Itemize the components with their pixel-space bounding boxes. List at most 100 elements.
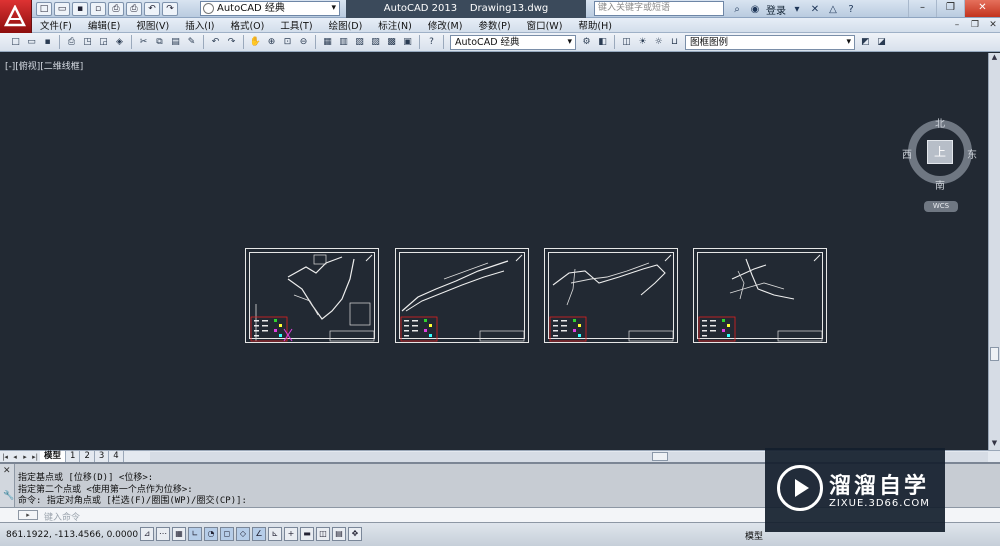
menu-insert[interactable]: 插入(I) xyxy=(185,18,214,32)
menu-draw[interactable]: 绘图(D) xyxy=(329,18,363,32)
undo-icon[interactable]: ↶ xyxy=(208,35,223,50)
user-icon[interactable]: ◉ xyxy=(748,3,762,17)
wcs-menu[interactable]: WCS xyxy=(924,201,958,212)
menu-dimension[interactable]: 标注(N) xyxy=(378,18,412,32)
make-current-layer-icon[interactable]: ◩ xyxy=(858,35,873,50)
minimize-icon[interactable]: – xyxy=(908,0,936,17)
layer-previous-icon[interactable]: ◪ xyxy=(874,35,889,50)
publish-icon[interactable]: ◲ xyxy=(96,35,111,50)
vertical-scrollbar[interactable]: ▲ ▼ xyxy=(988,53,1000,450)
command-prompt-icon[interactable]: ▸ xyxy=(18,510,38,520)
compass-west[interactable]: 西 xyxy=(902,146,912,161)
help-icon[interactable]: ? xyxy=(844,3,858,17)
tool-palettes-icon[interactable]: ▧ xyxy=(352,35,367,50)
scroll-up-icon[interactable]: ▲ xyxy=(989,53,1000,64)
menu-format[interactable]: 格式(O) xyxy=(230,18,264,32)
plot-icon[interactable]: ⎙ xyxy=(108,2,124,16)
workspace-toolbar-dropdown[interactable]: AutoCAD 经典 xyxy=(450,34,576,50)
menu-tools[interactable]: 工具(T) xyxy=(280,18,312,32)
undo-icon[interactable]: ↶ xyxy=(144,2,160,16)
object-snap-tracking-icon[interactable]: ∠ xyxy=(252,527,266,541)
zoom-previous-icon[interactable]: ⊖ xyxy=(296,35,311,50)
customize-wrench-icon[interactable]: 🔧 xyxy=(3,491,14,501)
grid-display-icon[interactable]: ▦ xyxy=(172,527,186,541)
ortho-mode-icon[interactable]: ∟ xyxy=(188,527,202,541)
menu-parametric[interactable]: 参数(P) xyxy=(478,18,510,32)
close-icon[interactable]: ✕ xyxy=(964,0,1000,17)
3d-object-snap-icon[interactable]: ◇ xyxy=(236,527,250,541)
match-properties-icon[interactable]: ✎ xyxy=(184,35,199,50)
menu-window[interactable]: 窗口(W) xyxy=(527,18,563,32)
binoculars-icon[interactable]: ⌕ xyxy=(730,3,744,17)
drawing-sheet-2[interactable] xyxy=(395,248,529,343)
open-icon[interactable]: ▭ xyxy=(24,35,39,50)
3d-dwf-icon[interactable]: ◈ xyxy=(112,35,127,50)
tab-model[interactable]: 模型 xyxy=(40,451,67,462)
menu-modify[interactable]: 修改(M) xyxy=(428,18,463,32)
save-as-icon[interactable]: ▫ xyxy=(90,2,106,16)
model-space-toggle[interactable]: 模型 xyxy=(745,529,763,542)
tab-layout-4[interactable]: 4 xyxy=(109,451,124,462)
application-menu-button[interactable] xyxy=(0,0,32,34)
tab-layout-1[interactable]: 1 xyxy=(66,451,81,462)
search-input[interactable]: 键入关键字或短语 xyxy=(594,1,724,16)
selection-cycling-icon[interactable]: ✥ xyxy=(348,527,362,541)
drawing-minimize-icon[interactable]: – xyxy=(950,19,964,31)
layer-properties-icon[interactable]: ◫ xyxy=(619,35,634,50)
menu-edit[interactable]: 编辑(E) xyxy=(88,18,120,32)
coordinate-readout[interactable]: 861.1922, -113.4566, 0.0000 xyxy=(6,530,138,540)
drawing-canvas[interactable]: [-][俯视][二维线框] 上 北 南 西 东 WCS xyxy=(0,53,988,450)
design-center-icon[interactable]: ▥ xyxy=(336,35,351,50)
zoom-window-icon[interactable]: ⊡ xyxy=(280,35,295,50)
drawing-sheet-4[interactable] xyxy=(693,248,827,343)
polar-tracking-icon[interactable]: ◔ xyxy=(204,527,218,541)
compass-east[interactable]: 东 xyxy=(967,146,977,161)
snap-mode-icon[interactable]: ⋯ xyxy=(156,527,170,541)
exchange-icon[interactable]: ✕ xyxy=(808,3,822,17)
infer-constraints-icon[interactable]: ⊿ xyxy=(140,527,154,541)
copy-icon[interactable]: ⧉ xyxy=(152,35,167,50)
menu-help[interactable]: 帮助(H) xyxy=(578,18,612,32)
drawing-sheet-3[interactable] xyxy=(544,248,678,343)
transparency-icon[interactable]: ◫ xyxy=(316,527,330,541)
tab-layout-3[interactable]: 3 xyxy=(95,451,110,462)
redo-icon[interactable]: ↷ xyxy=(224,35,239,50)
compass-south[interactable]: 南 xyxy=(935,177,945,192)
horizontal-scroll-thumb[interactable] xyxy=(652,452,668,461)
workspace-dropdown[interactable]: AutoCAD 经典 xyxy=(200,1,340,16)
cut-icon[interactable]: ✂ xyxy=(136,35,151,50)
viewcube[interactable]: 上 北 南 西 东 WCS xyxy=(900,113,980,218)
menu-view[interactable]: 视图(V) xyxy=(136,18,169,32)
plot-preview-icon[interactable]: ◳ xyxy=(80,35,95,50)
sun-icon[interactable]: ☼ xyxy=(651,35,666,50)
paste-icon[interactable]: ▤ xyxy=(168,35,183,50)
new-file-icon[interactable]: □ xyxy=(36,2,52,16)
workspace-settings-icon[interactable]: ⚙ xyxy=(579,35,594,50)
viewcube-top-face[interactable]: 上 xyxy=(927,140,953,164)
save-icon[interactable]: ▪ xyxy=(72,2,88,16)
last-tab-icon[interactable]: ▸| xyxy=(30,452,40,462)
drawing-sheet-1[interactable] xyxy=(245,248,379,343)
scroll-down-icon[interactable]: ▼ xyxy=(989,439,1000,450)
print-icon[interactable]: ⎙ xyxy=(126,2,142,16)
dynamic-ucs-icon[interactable]: ⊾ xyxy=(268,527,282,541)
layer-dropdown[interactable]: 图框图例 xyxy=(685,34,855,50)
compass-north[interactable]: 北 xyxy=(935,115,945,130)
restore-icon[interactable]: ❐ xyxy=(936,0,964,17)
save-icon[interactable]: ▪ xyxy=(40,35,55,50)
login-button[interactable]: 登录 xyxy=(766,2,786,17)
zoom-realtime-icon[interactable]: ⊕ xyxy=(264,35,279,50)
prev-tab-icon[interactable]: ◂ xyxy=(10,452,20,462)
menu-file[interactable]: 文件(F) xyxy=(40,18,72,32)
close-command-icon[interactable]: ✕ xyxy=(3,466,11,476)
open-file-icon[interactable]: ▭ xyxy=(54,2,70,16)
redo-icon[interactable]: ↷ xyxy=(162,2,178,16)
tab-layout-2[interactable]: 2 xyxy=(80,451,95,462)
first-tab-icon[interactable]: |◂ xyxy=(0,452,10,462)
dynamic-input-icon[interactable]: + xyxy=(284,527,298,541)
sheet-set-icon[interactable]: ▨ xyxy=(368,35,383,50)
help-icon[interactable]: ? xyxy=(424,35,439,50)
object-snap-icon[interactable]: ◻ xyxy=(220,527,234,541)
login-dropdown-icon[interactable]: ▾ xyxy=(790,3,804,17)
viewport-controls-label[interactable]: [-][俯视][二维线框] xyxy=(5,59,83,72)
